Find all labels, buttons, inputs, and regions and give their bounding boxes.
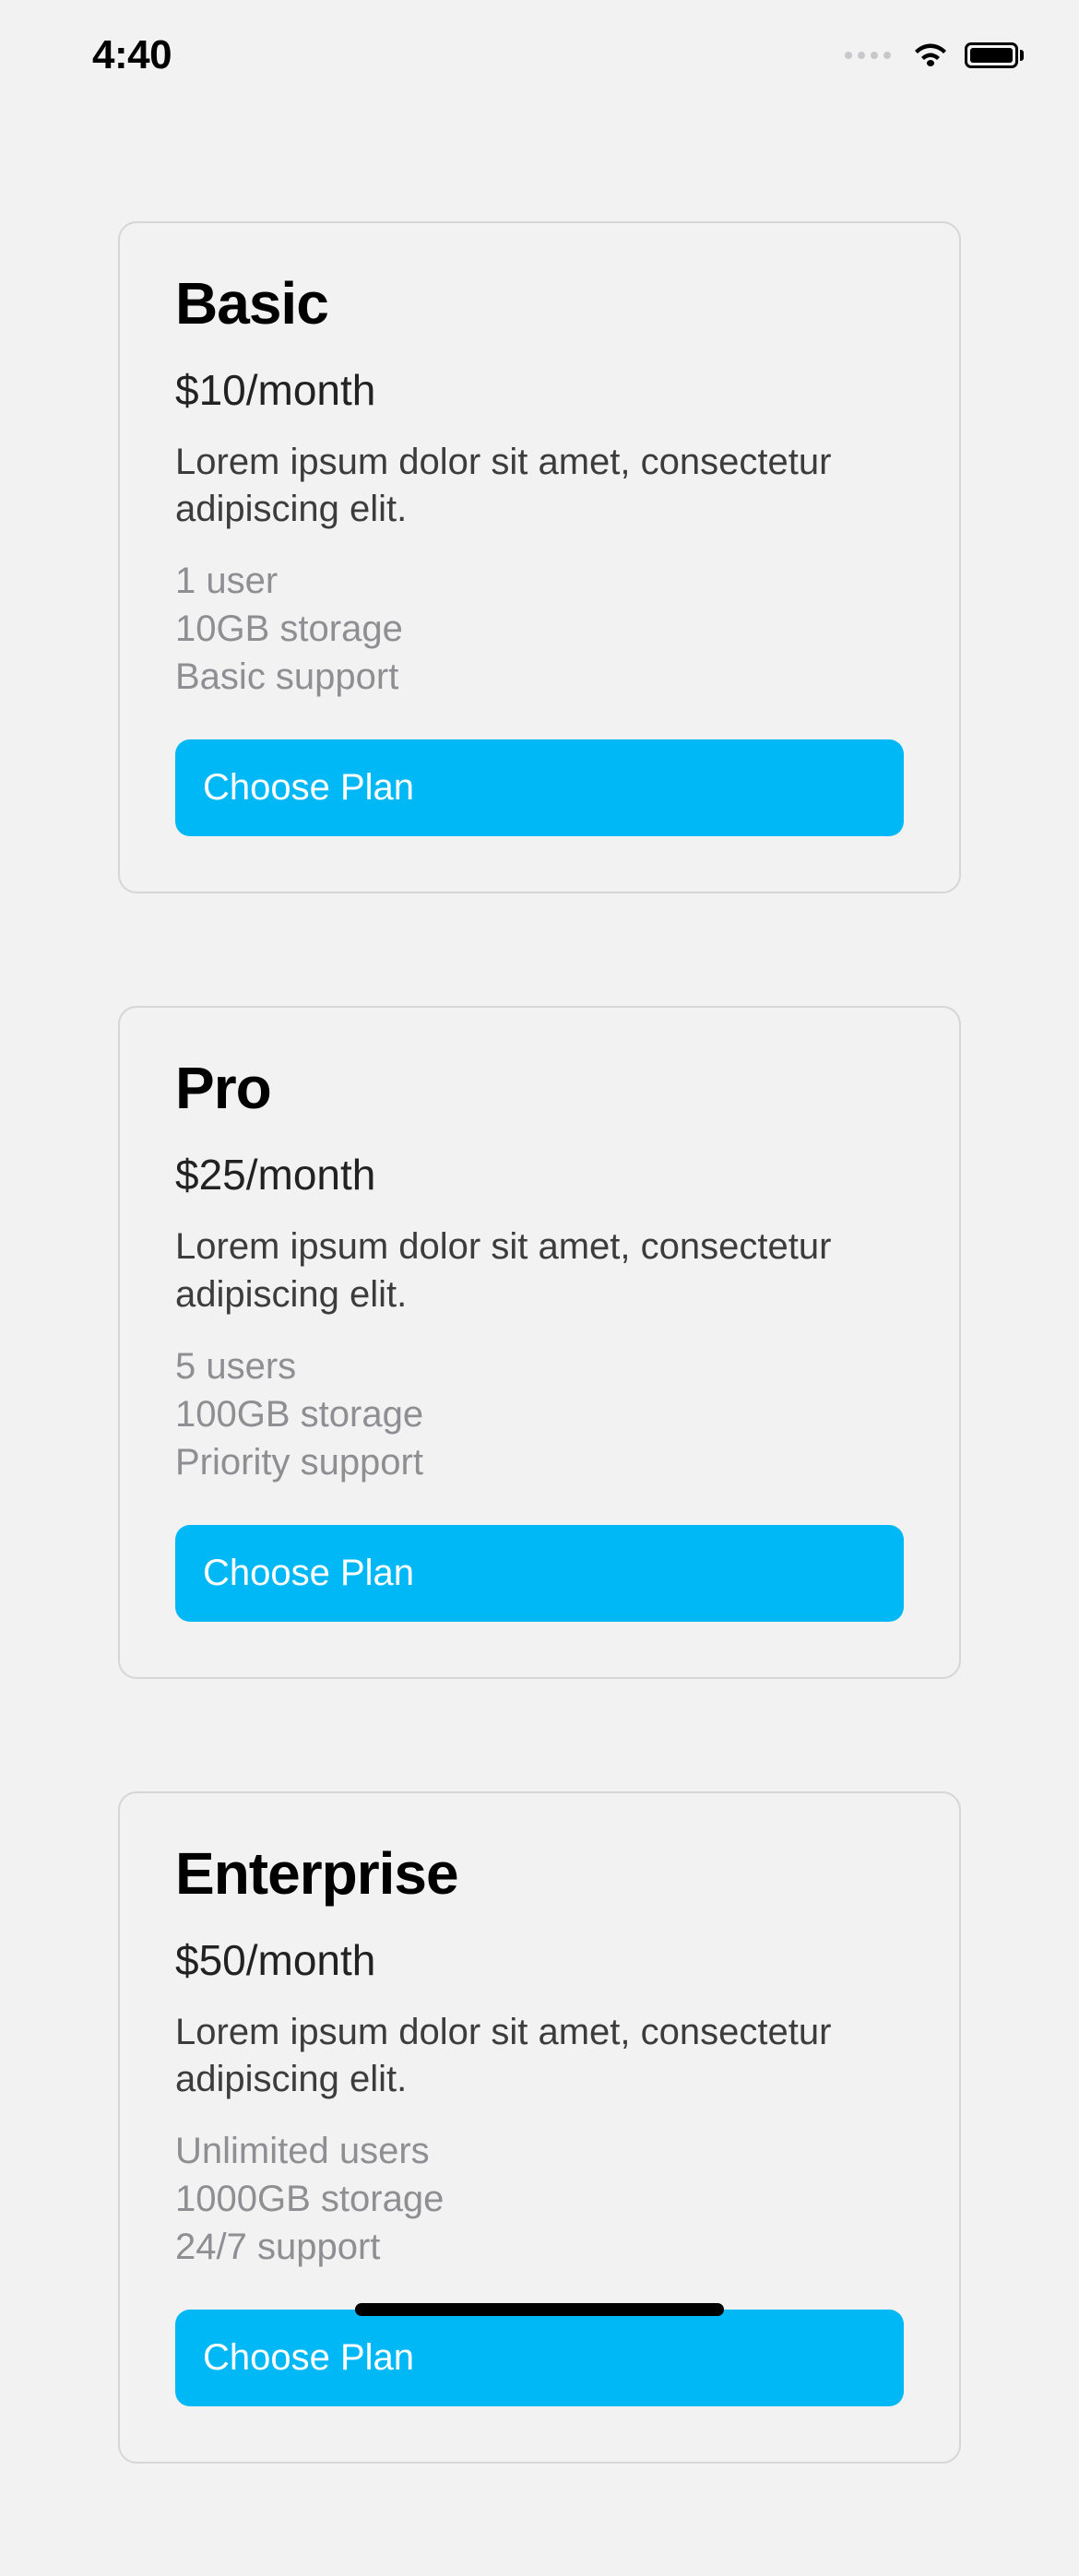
plan-feature: 1000GB storage <box>175 2175 904 2223</box>
plan-title: Basic <box>175 269 904 337</box>
plan-feature: 10GB storage <box>175 605 904 653</box>
plan-feature: 100GB storage <box>175 1390 904 1438</box>
plan-feature: 24/7 support <box>175 2223 904 2271</box>
plan-features: 5 users 100GB storage Priority support <box>175 1342 904 1486</box>
plan-feature: Basic support <box>175 653 904 701</box>
plan-card-enterprise: Enterprise $50/month Lorem ipsum dolor s… <box>118 1791 961 2464</box>
choose-plan-button[interactable]: Choose Plan <box>175 1525 904 1622</box>
cellular-signal-icon <box>845 52 891 59</box>
plan-card-pro: Pro $25/month Lorem ipsum dolor sit amet… <box>118 1006 961 1678</box>
plan-feature: Priority support <box>175 1438 904 1486</box>
home-indicator[interactable] <box>355 2303 724 2316</box>
plan-description: Lorem ipsum dolor sit amet, consectetur … <box>175 439 904 533</box>
status-time: 4:40 <box>92 32 172 78</box>
plan-features: Unlimited users 1000GB storage 24/7 supp… <box>175 2127 904 2271</box>
plan-features: 1 user 10GB storage Basic support <box>175 557 904 701</box>
plan-price: $10/month <box>175 365 904 415</box>
plan-description: Lorem ipsum dolor sit amet, consectetur … <box>175 2009 904 2103</box>
plan-description: Lorem ipsum dolor sit amet, consectetur … <box>175 1223 904 1318</box>
plan-price: $25/month <box>175 1150 904 1199</box>
battery-icon <box>965 42 1024 68</box>
plan-feature: 5 users <box>175 1342 904 1390</box>
plan-feature: Unlimited users <box>175 2127 904 2175</box>
pricing-content: Basic $10/month Lorem ipsum dolor sit am… <box>0 221 1079 2576</box>
plan-title: Enterprise <box>175 1839 904 1908</box>
plan-price: $50/month <box>175 1935 904 1985</box>
plan-feature: 1 user <box>175 557 904 605</box>
status-icons <box>845 41 1024 69</box>
plan-card-basic: Basic $10/month Lorem ipsum dolor sit am… <box>118 221 961 893</box>
status-bar: 4:40 <box>0 0 1079 111</box>
wifi-icon <box>911 41 950 69</box>
choose-plan-button[interactable]: Choose Plan <box>175 739 904 836</box>
plan-title: Pro <box>175 1054 904 1122</box>
choose-plan-button[interactable]: Choose Plan <box>175 2310 904 2406</box>
